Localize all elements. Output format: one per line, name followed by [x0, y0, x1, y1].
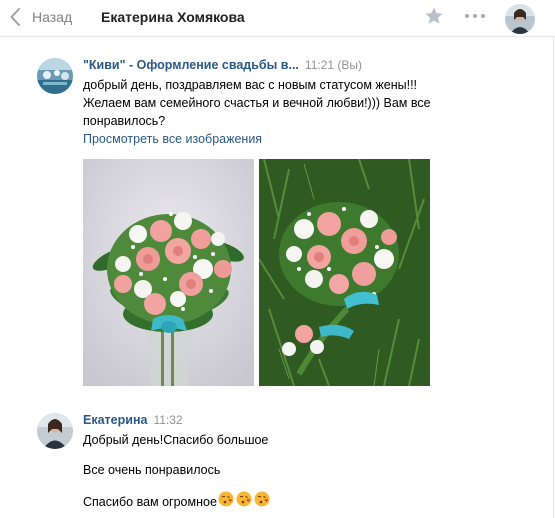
avatar-ekaterina[interactable]: [37, 413, 73, 449]
message-text-line: понравилось?: [83, 114, 166, 128]
author-name[interactable]: "Киви" - Оформление свадьбы в...: [83, 58, 299, 72]
face-blowing-kiss-icon: [218, 491, 234, 512]
more-dots-icon[interactable]: [465, 7, 485, 25]
bouquet-photo-1[interactable]: [83, 159, 254, 386]
message-text-line: Желаем вам семейного счастья и вечной лю…: [83, 96, 431, 110]
chat-title: Екатерина Хомякова: [101, 9, 245, 25]
scrollbar-track[interactable]: [553, 37, 554, 518]
message-body: "Киви" - Оформление свадьбы в... 11:21 (…: [83, 58, 503, 148]
avatar-kiwi[interactable]: [37, 58, 73, 94]
back-label: Назад: [32, 9, 73, 25]
chevron-left-icon: [10, 6, 24, 28]
emoji-group: [218, 491, 270, 512]
header-avatar[interactable]: [505, 4, 535, 34]
back-button[interactable]: Назад: [10, 6, 72, 28]
message-meta: Екатерина 11:32: [83, 413, 503, 431]
bouquet-photo-2[interactable]: [259, 159, 430, 386]
message-time: 11:21 (Вы): [304, 58, 362, 72]
message-text: Спасибо вам огромное: [83, 494, 217, 509]
message-text-line: добрый день, поздравляем вас с новым ста…: [83, 78, 418, 92]
chat-header: Назад Екатерина Хомякова: [0, 0, 555, 37]
message-text-line: Все очень понравилось: [83, 463, 221, 477]
author-name[interactable]: Екатерина: [83, 413, 147, 427]
message-text-line: Добрый день!Спасибо большое: [83, 433, 269, 447]
message-text-line-with-emoji: Спасибо вам огромное: [83, 491, 503, 512]
face-blowing-kiss-icon: [254, 491, 270, 512]
message-meta: "Киви" - Оформление свадьбы в... 11:21 (…: [83, 58, 503, 76]
star-icon[interactable]: [424, 6, 444, 26]
view-all-images-link[interactable]: Просмотреть все изображения: [83, 130, 262, 148]
face-blowing-kiss-icon: [236, 491, 252, 512]
message-body: Екатерина 11:32 Добрый день!Спасибо боль…: [83, 413, 503, 512]
message-time: 11:32: [153, 413, 183, 427]
